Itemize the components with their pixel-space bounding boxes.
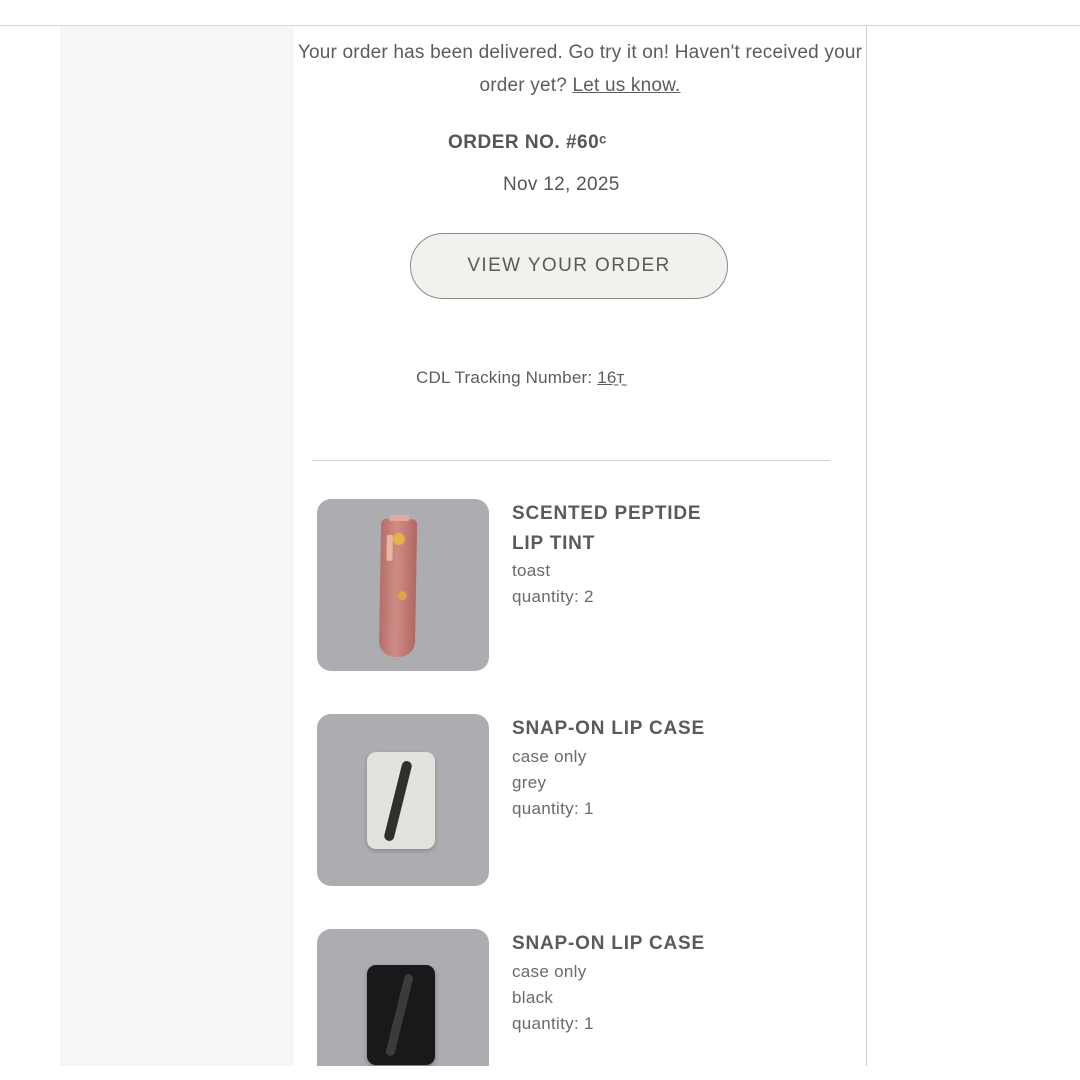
order-item: SCENTED PEPTIDE LIP TINT toast quantity:…: [317, 499, 837, 672]
product-variant: grey: [512, 772, 547, 792]
tracking-info: CDL Tracking Number: 16̱т̼: [416, 368, 625, 388]
product-image: [317, 929, 489, 1066]
order-number: ORDER NO. #60ᶜ: [448, 132, 607, 153]
product-info: SNAP-ON LIP CASE case only grey quantity…: [512, 714, 732, 822]
order-date: Nov 12, 2025: [503, 174, 620, 195]
product-image: [317, 714, 489, 886]
right-margin-background: [866, 26, 1080, 1066]
product-image: [317, 499, 489, 671]
order-item: SNAP-ON LIP CASE case only grey quantity…: [317, 714, 837, 887]
tracking-label: CDL Tracking Number:: [416, 368, 593, 387]
let-us-know-link[interactable]: Let us know.: [573, 75, 681, 96]
product-option: case only: [512, 746, 587, 766]
product-info: SNAP-ON LIP CASE case only black quantit…: [512, 929, 732, 1037]
tracking-number-link[interactable]: 16̱т̼: [597, 368, 624, 387]
product-title: SCENTED PEPTIDE LIP TINT: [512, 503, 702, 554]
order-item: SNAP-ON LIP CASE case only black quantit…: [317, 929, 837, 1066]
lip-tint-tube-icon: [378, 514, 418, 658]
product-option: case only: [512, 961, 587, 981]
lip-case-grey-icon: [367, 752, 435, 849]
left-margin-background: [60, 26, 294, 1066]
email-body: Your order has been delivered. Go try it…: [294, 26, 866, 1066]
product-info: SCENTED PEPTIDE LIP TINT toast quantity:…: [512, 499, 732, 610]
lip-case-black-icon: [367, 965, 435, 1065]
product-title: SNAP-ON LIP CASE: [512, 933, 705, 954]
product-quantity: quantity: 1: [512, 798, 594, 818]
product-variant: black: [512, 987, 554, 1007]
product-quantity: quantity: 1: [512, 1013, 594, 1033]
product-variant: toast: [512, 561, 551, 580]
section-divider: [312, 460, 830, 461]
view-order-button[interactable]: VIEW YOUR ORDER: [410, 233, 728, 299]
product-title: SNAP-ON LIP CASE: [512, 718, 705, 739]
product-quantity: quantity: 2: [512, 587, 594, 606]
delivery-message: Your order has been delivered. Go try it…: [294, 36, 866, 102]
